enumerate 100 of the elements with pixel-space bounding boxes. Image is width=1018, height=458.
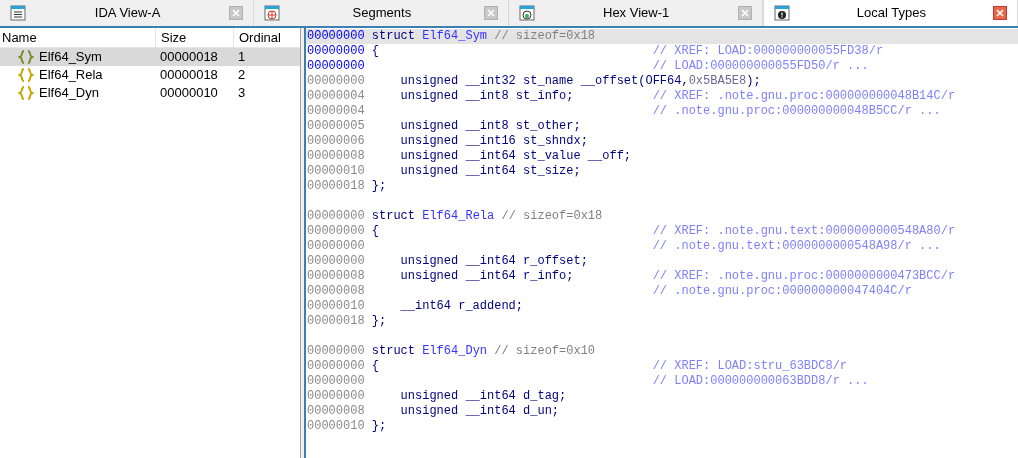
listing-line[interactable]: 00000018 }; [306, 179, 1018, 194]
line-address: 00000010 [307, 419, 366, 434]
code-text: { [371, 44, 379, 58]
line-address: 00000000 [307, 254, 366, 269]
line-address: 00000010 [307, 164, 366, 179]
close-button[interactable] [993, 5, 1007, 20]
code-text: }; [371, 179, 387, 193]
listing-line[interactable]: 00000000 { // XREF: LOAD:000000000055FD38/r [306, 44, 1018, 59]
code-text: struct [371, 344, 416, 358]
type-row[interactable]: Elf64_Rela 00000018 2 [0, 66, 300, 84]
code-text: { [371, 359, 379, 373]
tab[interactable]: Local Types [762, 0, 1018, 26]
code-number: 0x5BA5E8 [688, 74, 747, 88]
xref-comment: // .note.gnu.proc:000000000048B5CC/r ... [652, 104, 941, 119]
code-text: unsigned __int16 st_shndx; [399, 134, 588, 148]
type-size: 00000018 [159, 66, 219, 85]
line-address: 00000000 [307, 29, 366, 44]
line-address: 00000000 [307, 224, 366, 239]
listing-line[interactable]: 00000010 __int64 r_addend; [306, 299, 1018, 314]
code-text: unsigned __int32 st_name __offset(OFF64, [399, 74, 689, 88]
code-text: unsigned __int64 d_tag; [399, 389, 567, 403]
struct-name: Elf64_Rela [422, 209, 495, 223]
line-address: 00000000 [307, 359, 366, 374]
type-size: 00000010 [159, 84, 219, 103]
listing-line[interactable]: 00000004 unsigned __int8 st_info; // XREF: .note.gnu.proc:000000000048B14C/r [306, 89, 1018, 104]
xref-comment: // .note.gnu.text:0000000000548A98/r ... [652, 239, 941, 254]
listing-line[interactable]: 00000000 // LOAD:000000000055FD50/r ... [306, 59, 1018, 74]
line-address: 00000008 [307, 149, 366, 164]
listing-line[interactable]: 00000000 // .note.gnu.text:0000000000548A98/r ... [306, 239, 1018, 254]
code-text: unsigned __int8 st_info; [399, 89, 574, 103]
line-address: 00000000 [307, 374, 366, 389]
listing-line[interactable]: 00000018 }; [306, 314, 1018, 329]
type-name: Elf64_Sym [39, 48, 102, 67]
xref-comment: // XREF: LOAD:000000000055FD38/r [652, 44, 884, 59]
line-address: 00000010 [307, 299, 366, 314]
line-address: 00000018 [307, 179, 366, 194]
code-text: unsigned __int8 st_other; [399, 119, 581, 133]
tab[interactable]: Segments [254, 0, 509, 26]
tab[interactable]: Hex View-1 [508, 0, 763, 26]
struct-braces-icon [18, 85, 34, 101]
list-window-icon [10, 5, 26, 21]
listing-line[interactable]: 00000000 { // XREF: LOAD:stru_63BDC8/r [306, 359, 1018, 374]
type-name: Elf64_Rela [39, 66, 103, 85]
listing-line[interactable]: 00000008 unsigned __int64 r_info; // XREF: .note.gnu.proc:0000000000473BCC/r [306, 269, 1018, 284]
code-text: unsigned __int64 st_value __off; [399, 149, 632, 163]
line-address: 00000008 [307, 284, 366, 299]
line-address: 00000000 [307, 389, 366, 404]
line-address: 00000000 [307, 59, 366, 74]
struct-braces-icon [18, 67, 34, 83]
listing-line[interactable]: 00000000 { // XREF: .note.gnu.text:0000000000548A80/r [306, 224, 1018, 239]
code-text: { [371, 224, 379, 238]
listing-line[interactable]: 00000010 }; [306, 419, 1018, 434]
type-name: Elf64_Dyn [39, 84, 99, 103]
line-address: 00000000 [307, 44, 366, 59]
struct-braces-icon [18, 49, 34, 65]
column-header[interactable]: Size [155, 28, 233, 47]
listing-line[interactable]: 00000000 unsigned __int64 d_tag; [306, 389, 1018, 404]
info-window-icon [773, 4, 790, 21]
code-text: unsigned __int64 r_info; [399, 269, 574, 283]
listing-line[interactable]: 00000008 unsigned __int64 d_un; [306, 404, 1018, 419]
listing-line[interactable]: 00000000 unsigned __int64 r_offset; [306, 254, 1018, 269]
struct-name: Elf64_Sym [422, 29, 488, 43]
line-address: 00000005 [307, 119, 366, 134]
listing-line[interactable]: 00000010 unsigned __int64 st_size; [306, 164, 1018, 179]
xref-comment: // LOAD:000000000055FD50/r ... [652, 59, 869, 74]
tab[interactable]: IDA View-A [0, 0, 255, 26]
code-text: unsigned __int64 d_un; [399, 404, 560, 418]
listing-line[interactable]: 00000004 // .note.gnu.proc:000000000048B5CC/r ... [306, 104, 1018, 119]
code-text: }; [371, 419, 387, 433]
code-text: }; [371, 314, 387, 328]
type-size: 00000018 [159, 48, 219, 67]
code-text: ); [746, 74, 761, 88]
line-address: 00000004 [307, 104, 366, 119]
xref-comment: // XREF: .note.gnu.proc:000000000048B14C/r [652, 89, 956, 104]
code-comment: // sizeof=0x10 [493, 344, 596, 358]
type-ordinal: 2 [237, 66, 247, 85]
listing-line[interactable]: 00000000 struct Elf64_Rela // sizeof=0x18 [306, 209, 1018, 224]
line-address: 00000000 [307, 74, 366, 89]
listing-line[interactable]: 00000005 unsigned __int8 st_other; [306, 119, 1018, 134]
column-header[interactable]: Name [0, 28, 155, 47]
listing-line[interactable]: 00000008 unsigned __int64 st_value __off; [306, 149, 1018, 164]
listing-line[interactable]: 00000008 // .note.gnu.proc:000000000047404C/r [306, 284, 1018, 299]
type-row[interactable]: Elf64_Sym 00000018 1 [0, 48, 300, 66]
listing-line[interactable]: 00000000 struct Elf64_Dyn // sizeof=0x10 [306, 344, 1018, 359]
xref-comment: // XREF: LOAD:stru_63BDC8/r [652, 359, 848, 374]
hex-window-icon [518, 5, 535, 21]
xref-comment: // XREF: .note.gnu.text:0000000000548A80/r [652, 224, 956, 239]
struct-name: Elf64_Dyn [422, 344, 488, 358]
xref-comment: // XREF: .note.gnu.proc:0000000000473BCC/r [652, 269, 956, 284]
code-text: struct [371, 209, 416, 223]
code-comment: // sizeof=0x18 [493, 29, 596, 43]
type-row[interactable]: Elf64_Dyn 00000010 3 [0, 84, 300, 102]
code-text: unsigned __int64 st_size; [399, 164, 581, 178]
line-address: 00000018 [307, 314, 366, 329]
type-ordinal: 3 [237, 84, 247, 103]
line-address: 00000000 [307, 344, 366, 359]
listing-line[interactable]: 00000006 unsigned __int16 st_shndx; [306, 134, 1018, 149]
listing-line[interactable]: 00000000 unsigned __int32 st_name __offset(OFF64,0x5BA5E8); [306, 74, 1018, 89]
listing-line[interactable]: 00000000 // LOAD:000000000063BDD8/r ... [306, 374, 1018, 389]
line-address: 00000000 [307, 209, 366, 224]
